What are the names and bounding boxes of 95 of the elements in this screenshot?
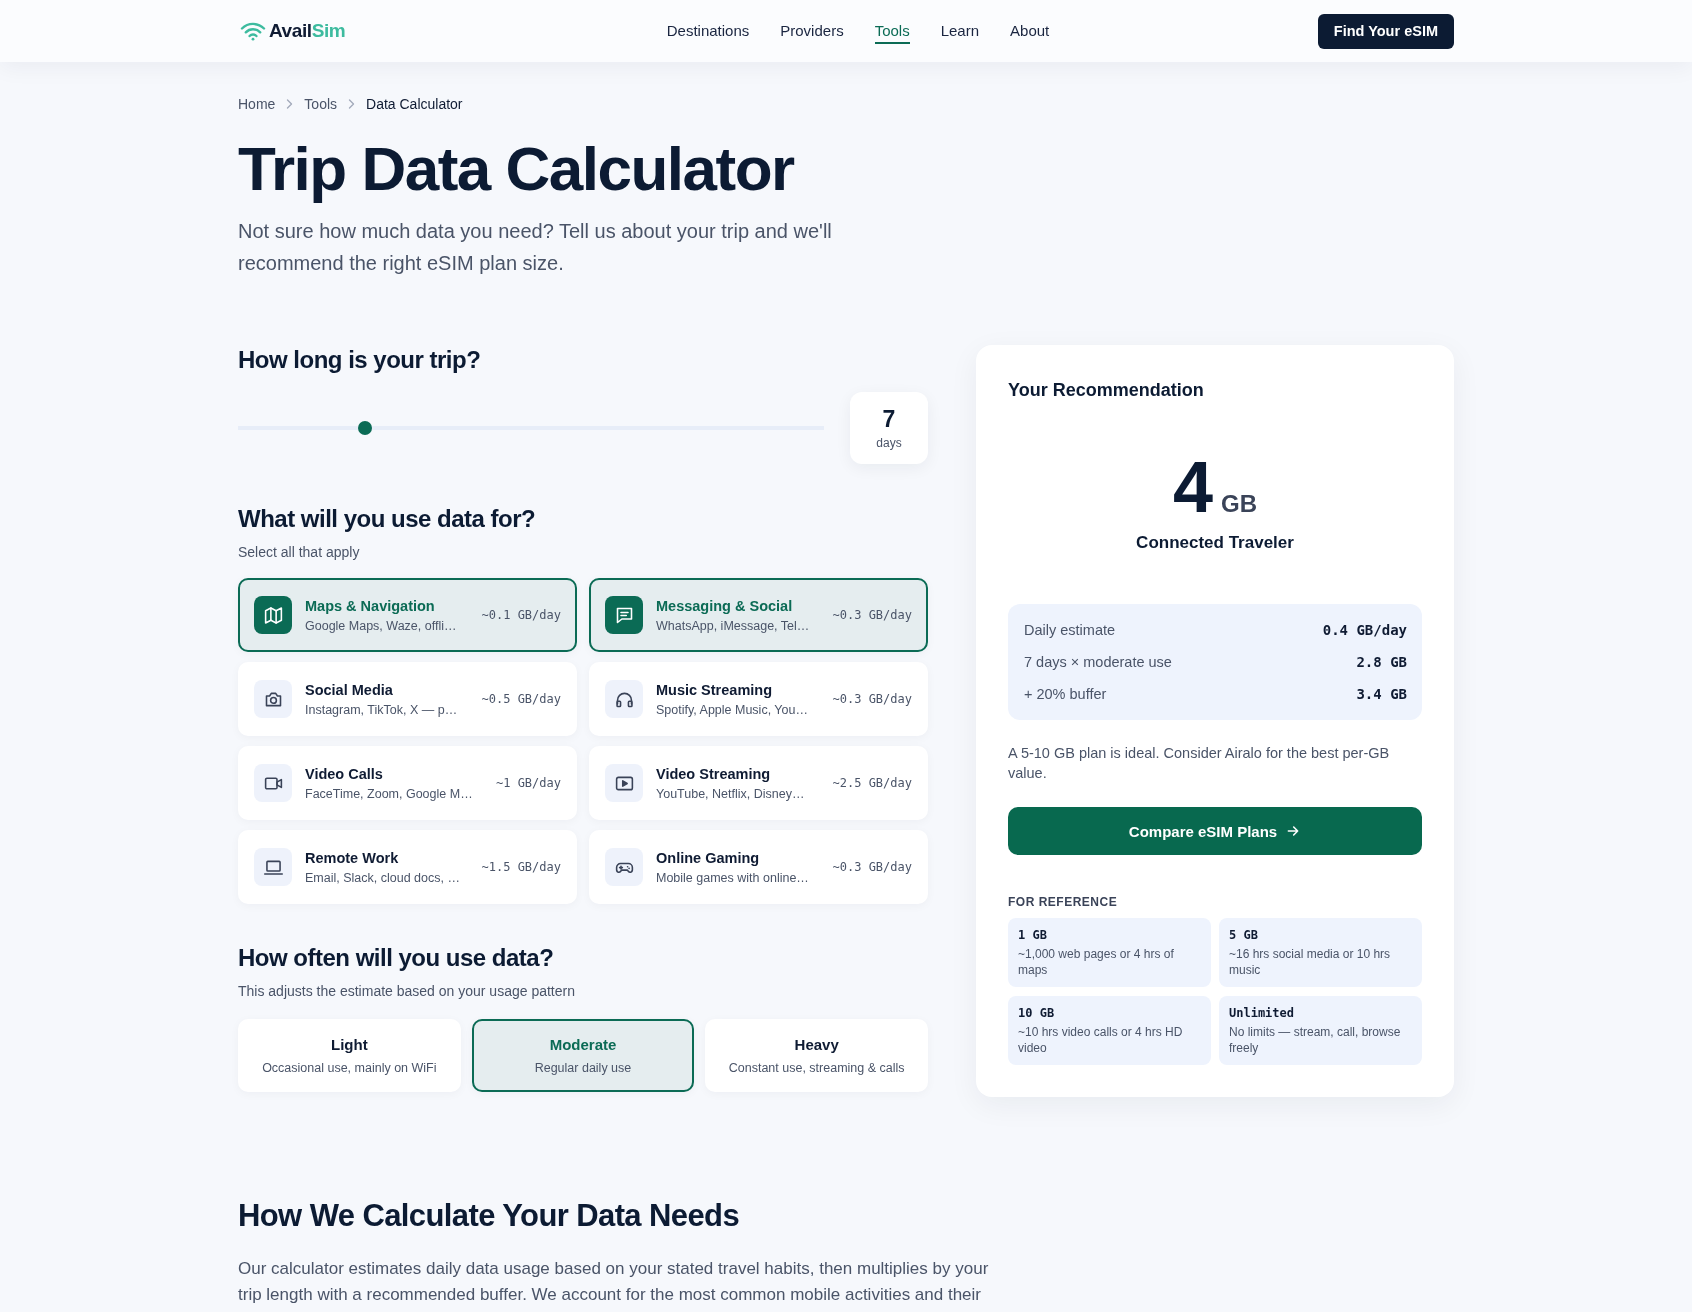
reference-size: 5 GB	[1229, 927, 1259, 944]
activity-title: Social Media	[305, 680, 394, 699]
recommendation-note: A 5-10 GB plan is ideal. Consider Airalo for the best per-GB value.	[1008, 744, 1391, 783]
find-esim-button[interactable]: Find Your eSIM	[1317, 13, 1454, 49]
play-icon	[605, 764, 643, 802]
card-heading: Your Recommendation	[1008, 379, 1205, 401]
breakdown-label: 7 days × moderate use	[1024, 654, 1172, 670]
wifi-icon	[240, 21, 266, 41]
activity-detail: Google Maps, Waze, offli…	[305, 617, 458, 634]
activity-card[interactable]: Remote Work Email, Slack, cloud docs, … ~1.5 GB/day	[238, 830, 577, 904]
activity-detail: Mobile games with online…	[656, 869, 810, 886]
nav-link[interactable]: About	[1010, 18, 1050, 44]
activity-title: Messaging & Social	[656, 596, 794, 615]
section-heading: How We Calculate Your Data Needs	[238, 1197, 741, 1235]
option-label: Light	[331, 1035, 368, 1054]
activity-detail: Spotify, Apple Music, You…	[656, 701, 809, 718]
activity-rate: ~0.3 GB/day	[832, 608, 912, 622]
slider-thumb[interactable]	[358, 421, 373, 435]
activity-card[interactable]: Maps & Navigation Google Maps, Waze, offli… ~0.1 GB/day	[238, 578, 577, 652]
chevron-icon	[285, 98, 295, 110]
laptop-icon	[254, 848, 292, 886]
option-label: Heavy	[794, 1035, 839, 1054]
profile-name: Connected Traveler	[1135, 532, 1295, 554]
activity-rate: ~2.5 GB/day	[832, 776, 912, 790]
activity-detail: WhatsApp, iMessage, Tel…	[656, 617, 811, 634]
section-heading: How often will you use data?	[238, 943, 555, 973]
logo-text[interactable]: AvailSim	[269, 20, 346, 42]
message-icon	[605, 596, 643, 634]
reference-detail: ~1,000 web pages or 4 hrs of maps	[1018, 946, 1175, 978]
option-detail: Occasional use, mainly on WiFi	[262, 1059, 437, 1076]
section-hint: Select all that apply	[238, 543, 361, 561]
activity-title: Online Gaming	[656, 848, 761, 867]
activity-rate: ~0.3 GB/day	[832, 692, 912, 706]
option-label: Moderate	[549, 1035, 617, 1054]
activity-rate: ~0.1 GB/day	[481, 608, 561, 622]
activity-rate: ~1 GB/day	[495, 776, 561, 790]
method-paragraph: Our calculator estimates daily data usage based on your stated travel habits, then multiplies by your trip length with a recommended buffer. We account for the most common mobile activities and their	[238, 1258, 990, 1306]
reference-heading: FOR REFERENCE	[1008, 894, 1119, 910]
camera-icon	[254, 680, 292, 718]
section-heading: How long is your trip?	[238, 345, 482, 375]
activity-card[interactable]: Video Streaming YouTube, Netflix, Disney… ~2.5 GB/day	[589, 746, 928, 820]
nav-link[interactable]: Tools	[874, 18, 910, 44]
option-detail: Constant use, streaming & calls	[728, 1059, 905, 1076]
reference-detail: ~16 hrs social media or 10 hrs music	[1229, 946, 1392, 978]
activity-detail: YouTube, Netflix, Disney…	[656, 785, 806, 802]
amount-unit: GB	[1221, 490, 1257, 518]
breadcrumb-current: Data Calculator	[366, 96, 463, 112]
headphones-icon	[605, 680, 643, 718]
nav-link[interactable]: Destinations	[666, 18, 750, 44]
activity-card[interactable]: Social Media Instagram, TikTok, X — p… ~0.5 GB/day	[238, 662, 577, 736]
days-unit: days	[876, 436, 902, 450]
reference-size: 10 GB	[1018, 1005, 1056, 1022]
usage-option[interactable]: Heavy Constant use, streaming & calls	[705, 1019, 928, 1092]
activity-card[interactable]: Messaging & Social WhatsApp, iMessage, Tel… ~0.3 GB/day	[589, 578, 928, 652]
activity-title: Video Streaming	[656, 764, 772, 783]
activity-title: Music Streaming	[656, 680, 774, 699]
compare-plans-button[interactable]: Compare eSIM Plans	[1008, 807, 1422, 855]
reference-detail: No limits — stream, call, browse freely	[1229, 1024, 1402, 1056]
breakdown-label: Daily estimate	[1024, 622, 1116, 638]
section-heading: What will you use data for?	[238, 504, 537, 534]
page-title: Trip Data Calculator	[238, 135, 796, 203]
activity-card[interactable]: Online Gaming Mobile games with online… ~0.3 GB/day	[589, 830, 928, 904]
gamepad-icon	[605, 848, 643, 886]
activity-title: Video Calls	[305, 764, 384, 783]
chevron-icon	[347, 98, 357, 110]
activity-rate: ~0.5 GB/day	[481, 692, 561, 706]
video-camera-icon	[254, 764, 292, 802]
breadcrumb-link[interactable]: Tools	[304, 96, 338, 112]
activity-detail: Email, Slack, cloud docs, …	[305, 869, 461, 886]
days-value: 7	[882, 406, 896, 432]
usage-option[interactable]: Light Occasional use, mainly on WiFi	[238, 1019, 461, 1092]
reference-detail: ~10 hrs video calls or 4 hrs HD video	[1018, 1024, 1184, 1056]
activity-detail: Instagram, TikTok, X — p…	[305, 701, 459, 718]
nav-link[interactable]: Providers	[780, 18, 844, 44]
map-icon	[254, 596, 292, 634]
reference-size: 1 GB	[1018, 927, 1048, 944]
breakdown-value: 2.8 GB	[1356, 654, 1407, 670]
reference-size: Unlimited	[1229, 1005, 1296, 1022]
intro-text: Not sure how much data you need? Tell us about your trip and we'll recommend the right eSIM plan size.	[238, 219, 833, 276]
breadcrumb-link[interactable]: Home	[238, 96, 276, 112]
section-hint: This adjusts the estimate based on your usage pattern	[238, 982, 576, 1000]
activity-title: Maps & Navigation	[305, 596, 436, 615]
activity-rate: ~0.3 GB/day	[832, 860, 912, 874]
option-detail: Regular daily use	[534, 1059, 632, 1076]
breakdown-label: + 20% buffer	[1024, 686, 1107, 702]
activity-rate: ~1.5 GB/day	[481, 860, 561, 874]
breakdown-value: 3.4 GB	[1356, 686, 1407, 702]
activity-card[interactable]: Video Calls FaceTime, Zoom, Google M… ~1 GB/day	[238, 746, 577, 820]
activity-detail: FaceTime, Zoom, Google M…	[305, 785, 474, 802]
nav-link[interactable]: Learn	[940, 18, 980, 44]
usage-option[interactable]: Moderate Regular daily use	[471, 1019, 695, 1092]
activity-title: Remote Work	[305, 848, 400, 867]
breakdown-value: 0.4 GB/day	[1322, 622, 1407, 638]
activity-card[interactable]: Music Streaming Spotify, Apple Music, You… ~0.3 GB/day	[589, 662, 928, 736]
amount-value: 4	[1172, 451, 1213, 523]
